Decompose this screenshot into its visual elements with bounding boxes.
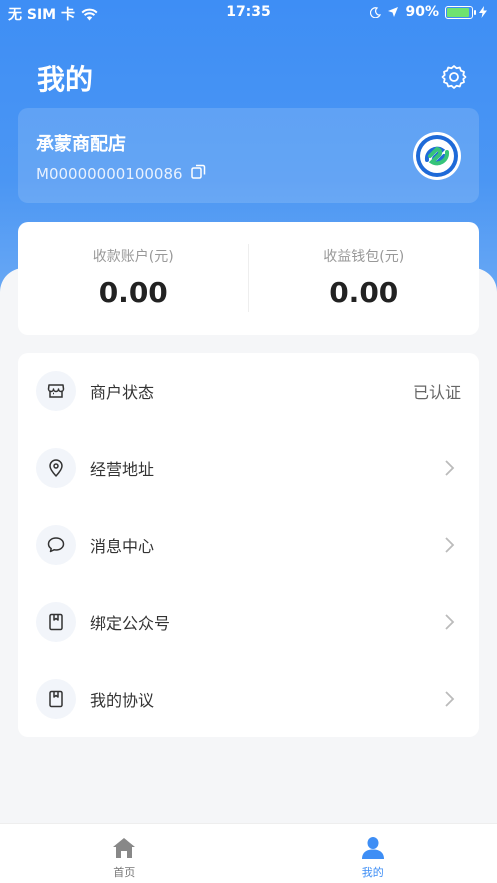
chevron-right-icon bbox=[445, 691, 455, 707]
store-icon bbox=[47, 384, 65, 398]
bookmark-icon bbox=[49, 690, 63, 708]
menu-icon-wrap bbox=[36, 525, 76, 565]
menu-icon-wrap bbox=[36, 448, 76, 488]
location-arrow-icon bbox=[388, 7, 399, 17]
balance-value: 0.00 bbox=[98, 276, 168, 309]
battery-icon bbox=[445, 5, 476, 19]
menu-card: 商户状态 已认证 经营地址 消息中心 绑定公众号 我的协议 bbox=[18, 353, 479, 737]
menu-item-bind-official-account[interactable]: 绑定公众号 bbox=[18, 584, 479, 660]
tab-mine[interactable]: 我的 bbox=[249, 824, 497, 883]
merchant-name: 承蒙商配店 bbox=[36, 134, 126, 155]
moon-icon bbox=[370, 6, 382, 18]
menu-label: 绑定公众号 bbox=[90, 614, 171, 633]
chevron-right-icon bbox=[445, 460, 455, 476]
menu-icon-wrap bbox=[36, 371, 76, 411]
charging-bolt-icon bbox=[479, 6, 487, 18]
balance-receipt-account[interactable]: 收款账户(元) 0.00 bbox=[18, 222, 249, 335]
menu-item-message-center[interactable]: 消息中心 bbox=[18, 507, 479, 583]
tab-home[interactable]: 首页 bbox=[0, 824, 249, 883]
menu-item-my-agreements[interactable]: 我的协议 bbox=[18, 661, 479, 737]
page-title: 我的 bbox=[37, 63, 94, 96]
status-right: 90% bbox=[370, 4, 487, 20]
user-icon bbox=[361, 837, 384, 859]
status-bar: 无 SIM 卡 17:35 90% bbox=[0, 0, 497, 26]
settings-button[interactable] bbox=[441, 64, 467, 90]
brand-logo-icon bbox=[416, 135, 458, 177]
menu-label: 经营地址 bbox=[90, 460, 155, 479]
merchant-id-row: M00000000100086 bbox=[36, 164, 206, 183]
battery-percent: 90% bbox=[405, 4, 439, 20]
menu-item-merchant-status[interactable]: 商户状态 已认证 bbox=[18, 353, 479, 429]
menu-label: 商户状态 bbox=[90, 383, 155, 402]
copy-icon bbox=[190, 164, 205, 179]
chevron-right-icon bbox=[445, 614, 455, 630]
tab-bar: 首页 我的 bbox=[0, 823, 497, 883]
tab-label: 首页 bbox=[113, 866, 136, 879]
location-pin-icon bbox=[49, 459, 63, 477]
bookmark-icon bbox=[49, 613, 63, 631]
balance-value: 0.00 bbox=[329, 276, 399, 309]
merchant-logo bbox=[413, 132, 461, 180]
merchant-card[interactable]: 承蒙商配店 M00000000100086 bbox=[18, 108, 479, 203]
balance-label: 收款账户(元) bbox=[92, 249, 174, 265]
balance-income-wallet[interactable]: 收益钱包(元) 0.00 bbox=[249, 222, 480, 335]
battery-fill bbox=[447, 7, 469, 17]
menu-icon-wrap bbox=[36, 602, 76, 642]
balance-divider bbox=[248, 244, 249, 312]
balance-card: 收款账户(元) 0.00 收益钱包(元) 0.00 bbox=[18, 222, 479, 335]
merchant-id: M00000000100086 bbox=[36, 164, 183, 183]
menu-label: 我的协议 bbox=[90, 691, 155, 710]
menu-label: 消息中心 bbox=[90, 537, 155, 556]
menu-item-business-address[interactable]: 经营地址 bbox=[18, 430, 479, 506]
gear-icon bbox=[441, 65, 467, 89]
menu-icon-wrap bbox=[36, 679, 76, 719]
home-icon bbox=[113, 838, 136, 858]
chat-bubble-icon bbox=[47, 537, 65, 553]
balance-label: 收益钱包(元) bbox=[323, 249, 405, 265]
chevron-right-icon bbox=[445, 537, 455, 553]
copy-button[interactable] bbox=[190, 164, 206, 183]
tab-label: 我的 bbox=[361, 866, 384, 879]
merchant-status-value: 已认证 bbox=[412, 383, 461, 402]
